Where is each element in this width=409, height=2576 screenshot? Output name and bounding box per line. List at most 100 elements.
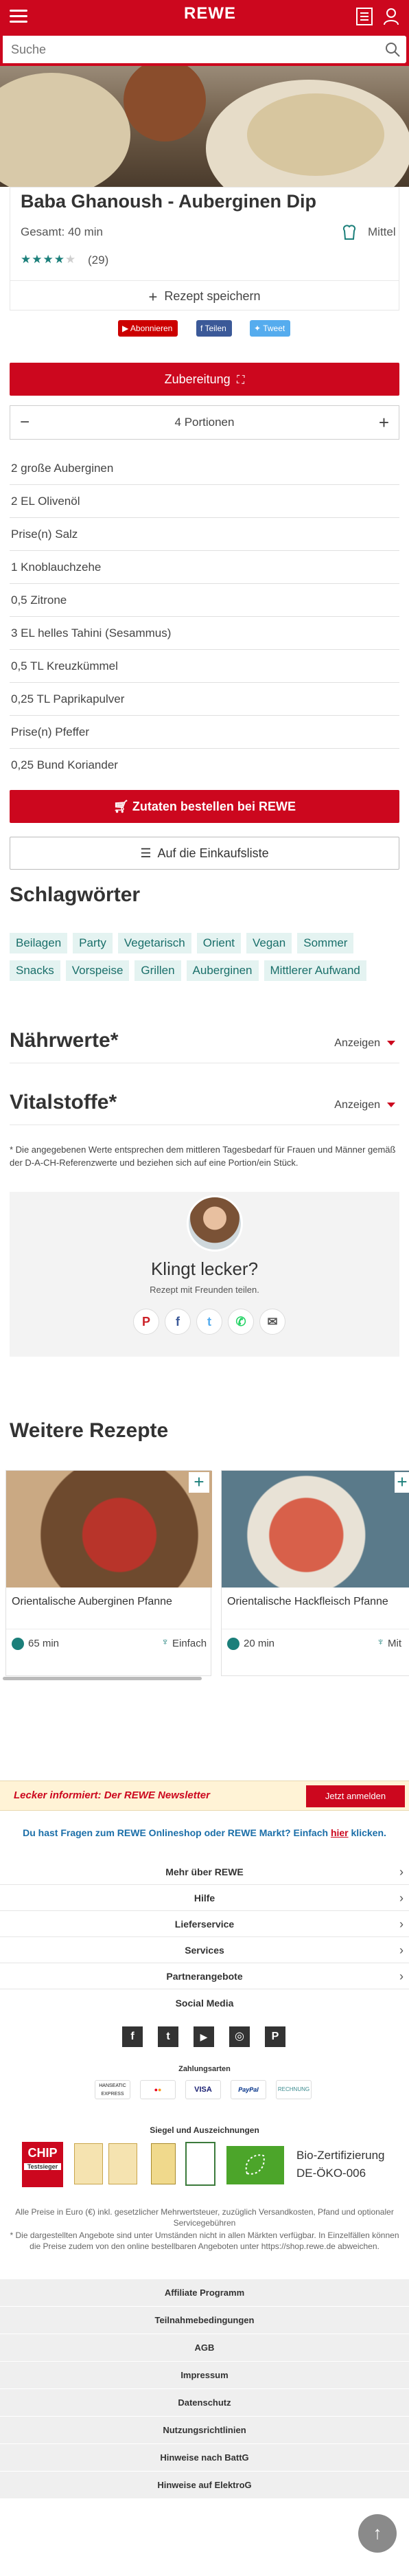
twitter-icon: ✦ bbox=[254, 324, 261, 333]
vitals-toggle[interactable]: Anzeigen bbox=[334, 1099, 395, 1111]
bread-shape bbox=[0, 73, 130, 187]
shopping-list-icon[interactable] bbox=[355, 7, 373, 26]
chevron-right-icon: › bbox=[399, 1969, 404, 1983]
footer-link-elektrog[interactable]: Hinweise auf ElektroG bbox=[0, 2472, 409, 2499]
save-recipe-label: Rezept speichern bbox=[164, 289, 261, 303]
footer-link-about[interactable]: Mehr über REWE › bbox=[0, 1859, 409, 1885]
newsletter-signup-button[interactable]: Jetzt anmelden bbox=[306, 1785, 405, 1807]
rating-count[interactable]: (29) bbox=[88, 253, 108, 267]
footer-link-usage[interactable]: Nutzungsrichtlinien bbox=[0, 2417, 409, 2444]
recipe-hero-image bbox=[0, 66, 409, 187]
recipe-card[interactable]: + Orientalische Hackfleisch Pfanne 20 mi… bbox=[221, 1470, 409, 1676]
preparation-button[interactable]: Zubereitung ⛶ bbox=[10, 363, 399, 396]
rating-stars[interactable]: ★★★★★ bbox=[21, 253, 76, 267]
footer-link-affiliate[interactable]: Affiliate Programm bbox=[0, 2279, 409, 2307]
dip-shape bbox=[247, 93, 384, 176]
keyword-tag[interactable]: Vegetarisch bbox=[117, 933, 191, 953]
help-link[interactable]: hier bbox=[331, 1827, 349, 1838]
footer-link-privacy[interactable]: Datenschutz bbox=[0, 2389, 409, 2417]
chevron-right-icon: › bbox=[399, 1917, 404, 1931]
chip-seal-text: CHIP bbox=[27, 2146, 58, 2160]
footer-link-participation[interactable]: Teilnahmebedingungen bbox=[0, 2307, 409, 2334]
footer-link-services[interactable]: Services › bbox=[0, 1937, 409, 1963]
vitals-toggle-label: Anzeigen bbox=[334, 1099, 380, 1111]
scroll-to-top-button[interactable]: ↑ bbox=[358, 2514, 397, 2553]
instagram-icon[interactable]: ◎ bbox=[229, 2026, 250, 2047]
rewe-logo[interactable]: REWE bbox=[184, 4, 236, 23]
footer-link-label: Mehr über REWE bbox=[165, 1866, 244, 1877]
payment-title: Zahlungsarten bbox=[178, 2065, 231, 2073]
footer-link-battg[interactable]: Hinweise nach BattG bbox=[0, 2444, 409, 2472]
footer-link-agb[interactable]: AGB bbox=[0, 2334, 409, 2362]
keyword-tag[interactable]: Orient bbox=[196, 933, 241, 953]
pinterest-share-icon[interactable]: P bbox=[133, 1309, 159, 1335]
recipe-title: Baba Ghanoush - Auberginen Dip bbox=[21, 191, 317, 212]
keyword-tag[interactable]: Snacks bbox=[10, 960, 60, 981]
footer-link-imprint[interactable]: Impressum bbox=[0, 2362, 409, 2389]
eu-bio-logo bbox=[226, 2146, 284, 2184]
add-recipe-button[interactable]: + bbox=[189, 1472, 209, 1493]
order-ingredients-button[interactable]: 🛒︎ Zutaten bestellen bei REWE bbox=[10, 790, 399, 823]
cart-icon: 🛒︎ bbox=[113, 800, 129, 813]
youtube-subscribe-button[interactable]: ▶ Abonnieren bbox=[118, 320, 178, 337]
nutrition-accordion[interactable]: Nährwerte* Anzeigen bbox=[10, 1022, 399, 1063]
keyword-tag[interactable]: Vegan bbox=[246, 933, 292, 953]
add-to-shopping-list-button[interactable]: ☰ Auf die Einkaufsliste bbox=[10, 837, 399, 870]
list-icon: ☰ bbox=[140, 846, 152, 860]
newsletter-banner[interactable]: Lecker informiert: Der REWE Newsletter J… bbox=[0, 1781, 409, 1811]
keywords-title: Schlagwörter bbox=[10, 883, 141, 906]
footer-link-label: Hilfe bbox=[194, 1893, 215, 1903]
add-recipe-button[interactable]: + bbox=[395, 1472, 409, 1493]
pinterest-icon[interactable]: P bbox=[265, 2026, 285, 2047]
portions-label: 4 Portionen bbox=[174, 416, 235, 429]
youtube-icon: ▶ bbox=[122, 324, 129, 333]
recipe-card-difficulty: Mit bbox=[388, 1638, 401, 1649]
search-bar bbox=[0, 33, 409, 66]
keyword-tag[interactable]: Mittlerer Aufwand bbox=[264, 960, 366, 981]
newsletter-text: Lecker informiert: Der REWE Newsletter bbox=[14, 1789, 210, 1801]
payment-mastercard: ●● bbox=[140, 2080, 176, 2099]
facebook-share-button[interactable]: f Teilen bbox=[196, 320, 232, 337]
twitter-share-icon[interactable]: t bbox=[196, 1309, 222, 1335]
keyword-tag[interactable]: Grillen bbox=[135, 960, 181, 981]
keyword-tag[interactable]: Sommer bbox=[297, 933, 354, 953]
save-recipe-button[interactable]: + Rezept speichern bbox=[10, 280, 399, 310]
hamburger-icon[interactable] bbox=[10, 10, 27, 23]
ingredient-item: 0,25 Bund Koriander bbox=[11, 758, 118, 771]
facebook-share-icon[interactable]: f bbox=[165, 1309, 191, 1335]
search-input[interactable] bbox=[3, 36, 373, 63]
keyword-tag[interactable]: Beilagen bbox=[10, 933, 68, 953]
payment-paypal: PayPal bbox=[231, 2080, 266, 2099]
whatsapp-share-icon[interactable]: ✆ bbox=[228, 1309, 254, 1335]
twitter-label: Tweet bbox=[263, 324, 285, 333]
chevron-right-icon: › bbox=[399, 1943, 404, 1957]
recipe-card[interactable]: + Orientalische Auberginen Pfanne 65 min… bbox=[5, 1470, 212, 1676]
chevron-right-icon: › bbox=[399, 1865, 404, 1879]
portions-stepper: − 4 Portionen + bbox=[10, 405, 399, 440]
keyword-tag[interactable]: Vorspeise bbox=[65, 960, 130, 981]
award-seal-3 bbox=[151, 2143, 176, 2184]
carousel-scrollbar[interactable] bbox=[3, 1677, 202, 1680]
twitter-tweet-button[interactable]: ✦ Tweet bbox=[250, 320, 291, 337]
decrease-portions-button[interactable]: − bbox=[20, 406, 30, 439]
footer-link-partners[interactable]: Partnerangebote › bbox=[0, 1963, 409, 1989]
nutrition-toggle[interactable]: Anzeigen bbox=[334, 1037, 395, 1050]
recipe-card-difficulty: Einfach bbox=[172, 1638, 207, 1649]
award-seal-1 bbox=[74, 2143, 103, 2184]
email-share-icon[interactable]: ✉ bbox=[259, 1309, 285, 1335]
user-icon[interactable] bbox=[383, 7, 402, 26]
footer-link-help[interactable]: Hilfe › bbox=[0, 1885, 409, 1911]
footer-link-delivery[interactable]: Lieferservice › bbox=[0, 1911, 409, 1937]
keyword-tag[interactable]: Party bbox=[73, 933, 113, 953]
keyword-tag[interactable]: Auberginen bbox=[186, 960, 259, 981]
ingredient-item: 0,5 TL Kreuzkümmel bbox=[10, 650, 399, 683]
facebook-icon[interactable]: f bbox=[122, 2026, 143, 2047]
search-icon[interactable] bbox=[384, 41, 401, 58]
bio-certification-title: Bio-Zertifizierung bbox=[296, 2149, 385, 2162]
vitals-accordion[interactable]: Vitalstoffe* Anzeigen bbox=[10, 1084, 399, 1125]
youtube-icon[interactable]: ▶ bbox=[194, 2026, 214, 2047]
footer-link-label: Lieferservice bbox=[174, 1919, 235, 1930]
chevron-down-icon bbox=[387, 1103, 395, 1108]
increase-portions-button[interactable]: + bbox=[379, 406, 389, 439]
tumblr-icon[interactable]: t bbox=[158, 2026, 178, 2047]
